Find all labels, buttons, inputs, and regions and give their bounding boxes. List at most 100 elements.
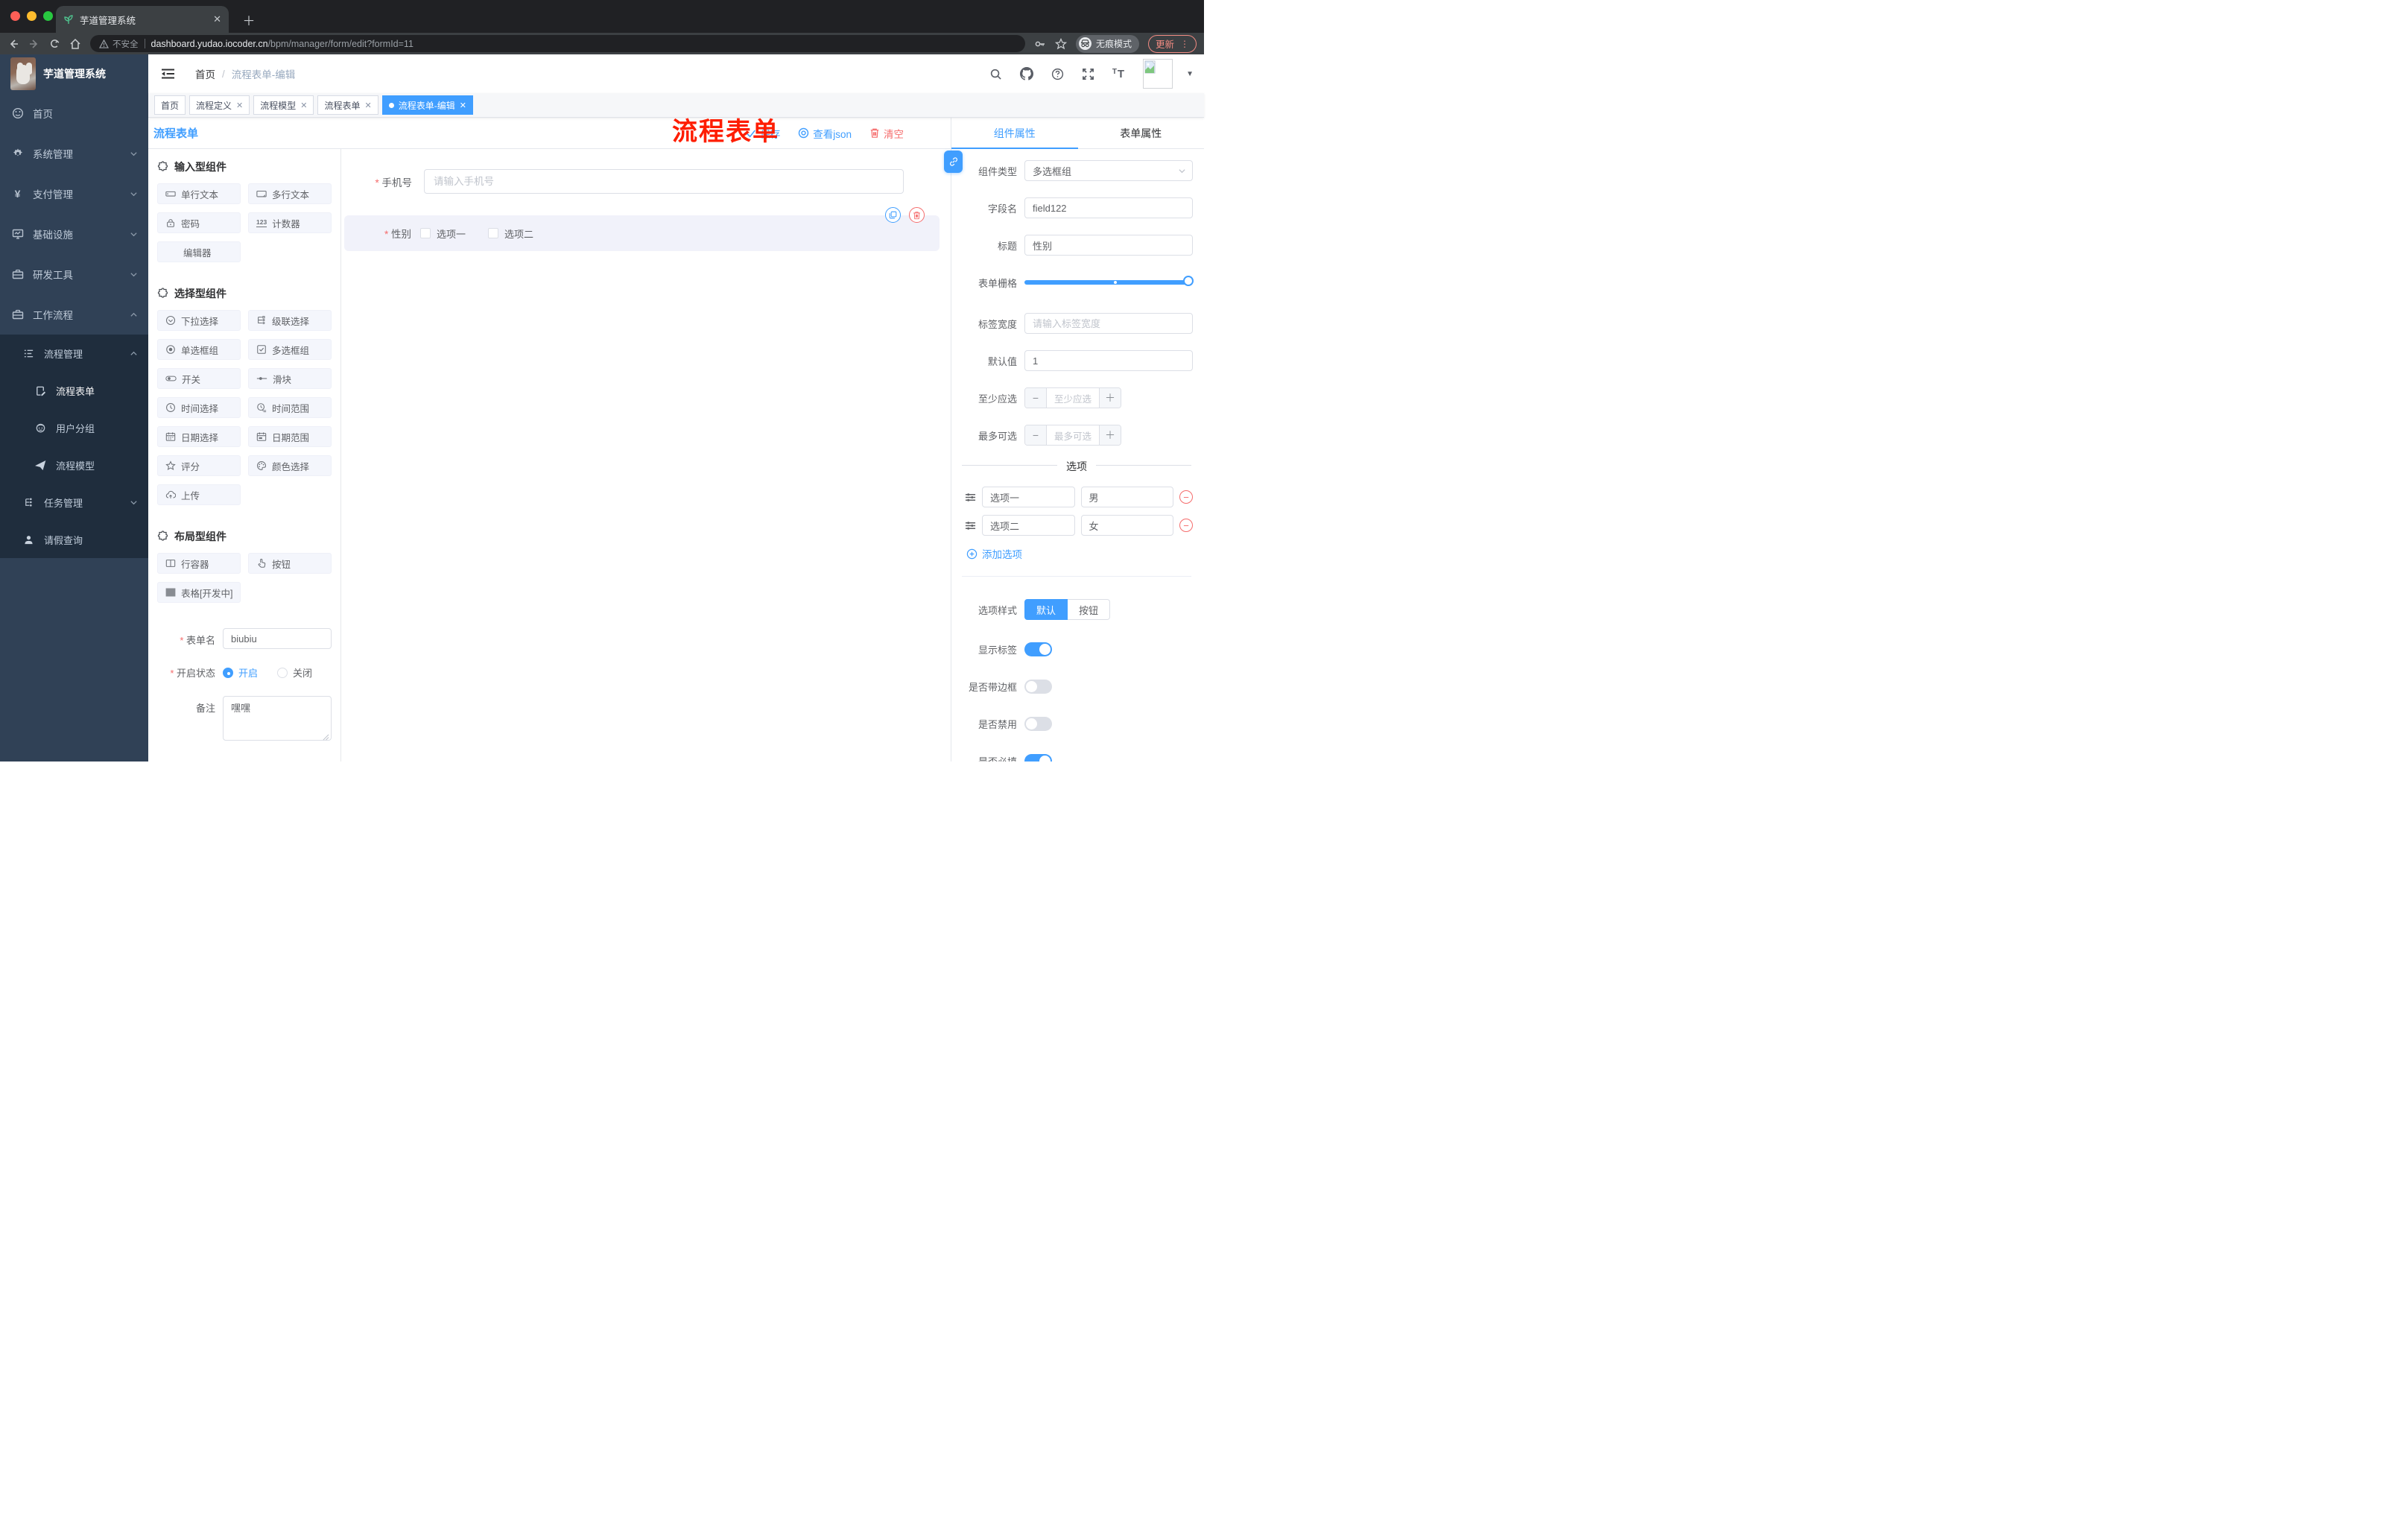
grid-slider[interactable]	[1024, 276, 1194, 286]
sidebar-item-home[interactable]: 首页	[0, 93, 148, 133]
component-checkbox-group[interactable]: 多选框组	[248, 339, 332, 360]
add-option-button[interactable]: 添加选项	[966, 546, 1193, 561]
avatar-caret-icon[interactable]: ▼	[1186, 70, 1194, 78]
option-label-input[interactable]	[982, 515, 1075, 536]
canvas-field-phone[interactable]: 手机号	[344, 169, 904, 194]
help-icon[interactable]	[1051, 68, 1064, 80]
form-remark-textarea[interactable]: 嘿嘿	[223, 696, 332, 741]
component-time-range[interactable]: 时间范围	[248, 397, 332, 418]
sidebar-item-devtools[interactable]: 研发工具	[0, 254, 148, 294]
github-icon[interactable]	[1019, 67, 1033, 80]
link-icon[interactable]	[944, 151, 963, 173]
not-secure-warning[interactable]: 不安全	[99, 38, 139, 50]
option-value-input[interactable]	[1080, 515, 1173, 536]
field-name-input[interactable]	[1024, 197, 1193, 218]
style-default-button[interactable]: 默认	[1024, 599, 1068, 620]
tag-close-icon[interactable]: ✕	[460, 101, 466, 110]
clear-button[interactable]: 清空	[869, 126, 904, 141]
breadcrumb-home[interactable]: 首页	[195, 66, 215, 81]
option-value-input[interactable]	[1080, 487, 1173, 507]
status-radio-on[interactable]: 开启	[223, 665, 258, 680]
component-multi-text[interactable]: 多行文本	[248, 183, 332, 204]
minimize-window-button[interactable]	[27, 11, 37, 21]
gender-checkbox-option1[interactable]: 选项一	[420, 227, 466, 241]
close-window-button[interactable]	[10, 11, 20, 21]
component-upload[interactable]: 上传	[157, 484, 241, 505]
back-icon[interactable]	[7, 38, 19, 50]
disabled-toggle[interactable]	[1024, 716, 1052, 731]
component-color-picker[interactable]: 颜色选择	[248, 455, 332, 476]
component-table[interactable]: 表格[开发中]	[157, 582, 241, 603]
stepper-decrease-button[interactable]: −	[1025, 388, 1047, 408]
component-editor[interactable]: 编辑器	[157, 241, 241, 262]
sidebar-item-task-management[interactable]: 任务管理	[0, 484, 148, 521]
user-avatar[interactable]	[1143, 59, 1173, 89]
stepper-value[interactable]: 至少应选	[1047, 388, 1099, 408]
required-toggle[interactable]	[1024, 753, 1052, 762]
component-date-picker[interactable]: 日期选择	[157, 426, 241, 447]
component-slider[interactable]: 滑块	[248, 368, 332, 389]
remove-option-button[interactable]: −	[1179, 490, 1193, 504]
component-radio-group[interactable]: 单选框组	[157, 339, 241, 360]
phone-field-input[interactable]	[424, 169, 904, 194]
tab-component-props[interactable]: 组件属性	[951, 118, 1078, 148]
sidebar-item-process-model[interactable]: 流程模型	[0, 446, 148, 484]
sidebar-item-process-management[interactable]: 流程管理	[0, 335, 148, 372]
sidebar-item-infrastructure[interactable]: 基础设施	[0, 214, 148, 254]
address-bar[interactable]: 不安全 dashboard.yudao.iocoder.cn/bpm/manag…	[90, 35, 1025, 52]
tag-close-icon[interactable]: ✕	[300, 101, 307, 110]
tag-process-form-edit[interactable]: 流程表单-编辑 ✕	[381, 95, 473, 115]
component-type-select[interactable]: 多选框组	[1024, 160, 1193, 181]
component-counter[interactable]: 123 计数器	[248, 212, 332, 233]
stepper-increase-button[interactable]: ＋	[1099, 388, 1121, 408]
drag-handle-icon[interactable]	[965, 492, 976, 503]
tag-close-icon[interactable]: ✕	[236, 101, 243, 110]
sidebar-item-process-form[interactable]: 流程表单	[0, 372, 148, 409]
title-input[interactable]	[1024, 235, 1193, 256]
component-cascader[interactable]: 级联选择	[248, 310, 332, 331]
fullscreen-icon[interactable]	[1082, 68, 1094, 80]
component-select[interactable]: 下拉选择	[157, 310, 241, 331]
tag-process-definition[interactable]: 流程定义 ✕	[189, 95, 250, 115]
maximize-window-button[interactable]	[43, 11, 53, 21]
font-size-icon[interactable]: TT	[1112, 68, 1125, 80]
label-width-input[interactable]	[1024, 313, 1193, 334]
slider-handle[interactable]	[1183, 276, 1194, 286]
option-label-input[interactable]	[982, 487, 1075, 507]
component-rate[interactable]: 评分	[157, 455, 241, 476]
sidebar-item-system[interactable]: 系统管理	[0, 133, 148, 174]
home-icon[interactable]	[69, 38, 81, 50]
sidebar-item-leave-query[interactable]: 请假查询	[0, 521, 148, 558]
bookmark-star-icon[interactable]	[1054, 37, 1067, 50]
tag-close-icon[interactable]: ✕	[365, 101, 372, 110]
tab-form-props[interactable]: 表单属性	[1078, 118, 1205, 148]
browser-tab[interactable]: 芋道管理系统 ✕	[56, 6, 229, 33]
component-switch[interactable]: 开关	[157, 368, 241, 389]
browser-update-button[interactable]: 更新 ⋮	[1147, 34, 1197, 53]
gender-checkbox-option2[interactable]: 选项二	[488, 227, 533, 241]
checkbox-box[interactable]	[420, 228, 431, 238]
tag-process-model[interactable]: 流程模型 ✕	[253, 95, 314, 115]
new-tab-button[interactable]: ＋	[240, 10, 258, 29]
stepper-increase-button[interactable]: ＋	[1099, 425, 1121, 445]
component-time-picker[interactable]: 时间选择	[157, 397, 241, 418]
browser-menu-icon[interactable]: ⋮	[1180, 39, 1189, 49]
password-key-icon[interactable]	[1034, 38, 1046, 50]
tag-process-form[interactable]: 流程表单 ✕	[317, 95, 378, 115]
component-date-range[interactable]: 日期范围	[248, 426, 332, 447]
duplicate-field-button[interactable]	[885, 207, 901, 223]
stepper-decrease-button[interactable]: −	[1025, 425, 1047, 445]
style-button-button[interactable]: 按钮	[1068, 599, 1111, 620]
sidebar-item-user-group[interactable]: 用户分组	[0, 409, 148, 446]
component-single-text[interactable]: 单行文本	[157, 183, 241, 204]
with-border-toggle[interactable]	[1024, 679, 1052, 694]
component-button[interactable]: 按钮	[248, 553, 332, 574]
show-label-toggle[interactable]	[1024, 642, 1052, 656]
form-canvas[interactable]: 手机号	[341, 149, 951, 762]
delete-field-button[interactable]	[909, 207, 925, 223]
forward-icon[interactable]	[28, 38, 40, 50]
default-value-input[interactable]	[1024, 350, 1193, 371]
tab-close-icon[interactable]: ✕	[213, 13, 221, 25]
remove-option-button[interactable]: −	[1179, 519, 1193, 532]
window-controls[interactable]	[10, 11, 53, 21]
